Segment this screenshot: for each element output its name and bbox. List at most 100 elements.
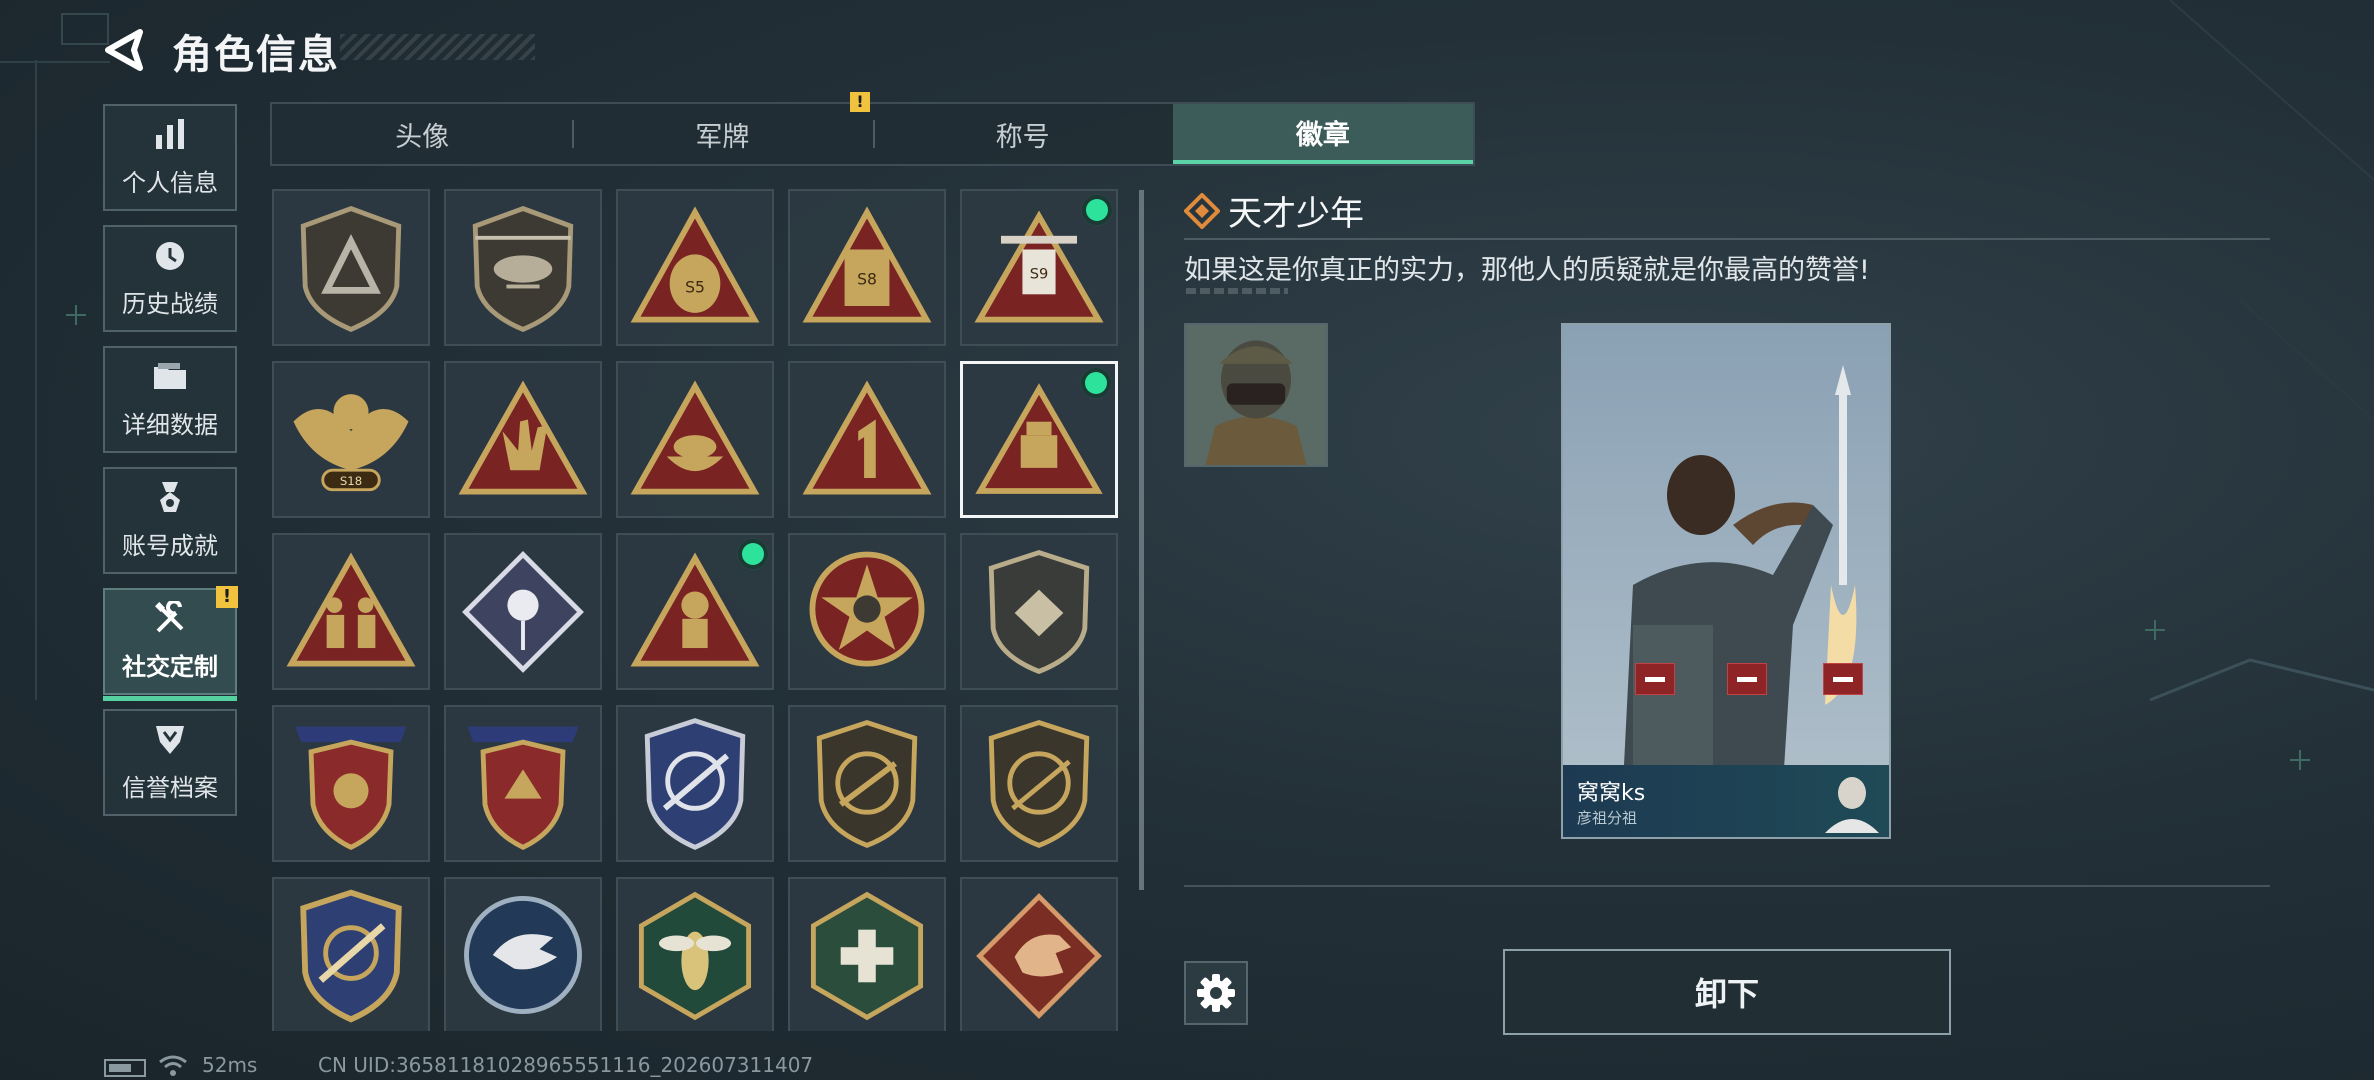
red-shield-crest-badge-icon	[467, 726, 579, 851]
tab-badge[interactable]: 徽章	[1172, 104, 1473, 164]
shield-rank-icon	[156, 726, 184, 754]
badge-cell[interactable]	[444, 705, 602, 862]
equipped-indicator	[1085, 372, 1107, 394]
eagle-round-badge-icon	[464, 896, 582, 1014]
supply-bag-s5-badge-icon: S5	[630, 206, 760, 323]
number-one-badge-icon	[802, 380, 932, 495]
badge-cell[interactable]	[788, 361, 946, 518]
rifle-shield-badge-icon	[816, 720, 918, 848]
back-arrow-icon[interactable]	[100, 28, 148, 72]
portrait-avatar-icon	[1825, 777, 1879, 833]
grid-scrollbar[interactable]	[1139, 190, 1144, 890]
divider	[1184, 885, 2270, 887]
bar-chart-icon	[156, 119, 184, 149]
badge-cell[interactable]	[960, 533, 1118, 690]
folder-icon	[154, 363, 186, 389]
description-decoration	[1186, 288, 1288, 294]
remove-badge-button[interactable]	[1635, 663, 1675, 695]
medic-hex-badge-icon	[810, 891, 924, 1021]
badge-cell[interactable]	[616, 533, 774, 690]
badge-description: 如果这是你真正的实力，那他人的质疑就是你最高的赞誉!	[1184, 255, 1870, 286]
player-name: 窝窝ks	[1577, 781, 1646, 806]
badge-cell[interactable]	[788, 533, 946, 690]
svg-text:S9: S9	[1030, 266, 1049, 283]
player-card-art	[1563, 325, 1889, 837]
badge-cell[interactable]	[616, 877, 774, 1031]
gear-icon	[1197, 974, 1235, 1012]
sidebar-item-label: 历史战绩	[122, 290, 218, 318]
blue-sniper-badge-icon	[644, 718, 746, 850]
rose-diamond-badge-icon	[462, 551, 584, 673]
equipped-indicator	[742, 543, 764, 565]
equipped-indicator	[1086, 199, 1108, 221]
badge-cell[interactable]	[272, 705, 430, 862]
helicopter-badge-icon	[472, 205, 574, 333]
hand-sign-badge-icon	[458, 380, 588, 495]
sidebar-item-personal-info[interactable]: 个人信息	[103, 104, 237, 211]
sidebar-item-label: 信誉档案	[122, 774, 218, 802]
sidebar-item-label: 社交定制	[122, 653, 218, 681]
sidebar-item-label: 详细数据	[122, 411, 218, 439]
title-decoration	[340, 34, 535, 60]
sidebar-item-history[interactable]: 历史战绩	[103, 225, 237, 332]
unequip-button[interactable]: 卸下	[1503, 949, 1951, 1035]
sidebar-item-label: 账号成就	[122, 532, 218, 560]
tools-icon	[155, 601, 184, 633]
shield-badge-icon	[300, 205, 402, 333]
badge-cell[interactable]	[616, 361, 774, 518]
blue-gold-shield-badge-icon	[300, 889, 402, 1023]
coin-bowl-badge-icon	[630, 380, 760, 495]
history-clock-icon	[156, 242, 184, 270]
badge-cell[interactable]	[960, 877, 1118, 1031]
page-title: 角色信息	[172, 32, 340, 78]
grey-shield-badge-icon	[988, 549, 1090, 675]
sidebar-item-detailed-data[interactable]: 详细数据	[103, 346, 237, 453]
soldier-portrait-icon	[1186, 325, 1326, 465]
soldiers-badge-icon	[286, 552, 416, 667]
badge-cell[interactable]	[444, 189, 602, 346]
warning-badge: !	[216, 586, 238, 608]
badge-cell[interactable]	[788, 705, 946, 862]
badge-type-icon	[1184, 193, 1220, 229]
badge-cell[interactable]	[788, 877, 946, 1031]
badge-grid: S5 S8 S9 S18	[272, 189, 1324, 1031]
tab-title[interactable]: 称号	[872, 104, 1173, 164]
category-tabs: 头像 军牌 称号 徽章	[270, 102, 1475, 166]
badge-cell[interactable]	[444, 361, 602, 518]
dragon-diamond-badge-icon	[976, 893, 1102, 1019]
badge-cell[interactable]	[272, 533, 430, 690]
badge-cell[interactable]: S8	[788, 189, 946, 346]
badge-cell[interactable]	[272, 877, 430, 1031]
sidebar-item-reputation[interactable]: 信誉档案	[103, 709, 237, 816]
player-card: 窝窝ks 彦祖分祖	[1561, 323, 1891, 839]
badge-cell[interactable]: S9	[960, 189, 1118, 346]
sidebar-item-label: 个人信息	[122, 169, 218, 197]
remove-badge-button[interactable]	[1727, 663, 1767, 695]
truck-s8-badge-icon: S8	[802, 206, 932, 323]
avatar[interactable]	[1184, 323, 1328, 467]
badge-cell[interactable]	[272, 189, 430, 346]
badge-cell[interactable]: S5	[616, 189, 774, 346]
network-ping: 52ms	[202, 1053, 258, 1077]
sidebar-item-achievements[interactable]: 账号成就	[103, 467, 237, 574]
tab-avatar[interactable]: 头像	[272, 104, 572, 164]
medal-icon	[160, 482, 180, 512]
player-uid: CN UID:36581181028965551116_202607311407	[318, 1053, 814, 1077]
svg-text:S8: S8	[857, 271, 877, 289]
player-subtitle: 彦祖分祖	[1577, 809, 1638, 827]
badge-cell[interactable]	[616, 705, 774, 862]
red-shield-stars-badge-icon	[295, 726, 407, 851]
badge-cell[interactable]	[444, 877, 602, 1031]
tab-dog-tag[interactable]: 军牌	[572, 104, 872, 164]
badge-cell-selected[interactable]	[960, 361, 1118, 518]
badge-name: 天才少年	[1228, 194, 1364, 234]
sniper-shield-badge-icon	[988, 720, 1090, 848]
settings-button[interactable]	[1184, 961, 1248, 1025]
svg-text:S5: S5	[685, 278, 705, 296]
card-name-bar: 窝窝ks 彦祖分祖	[1563, 765, 1889, 837]
wifi-icon	[159, 1055, 187, 1076]
badge-cell[interactable]	[960, 705, 1118, 862]
badge-cell[interactable]: S18	[272, 361, 430, 518]
remove-badge-button[interactable]	[1823, 663, 1863, 695]
badge-cell[interactable]	[444, 533, 602, 690]
